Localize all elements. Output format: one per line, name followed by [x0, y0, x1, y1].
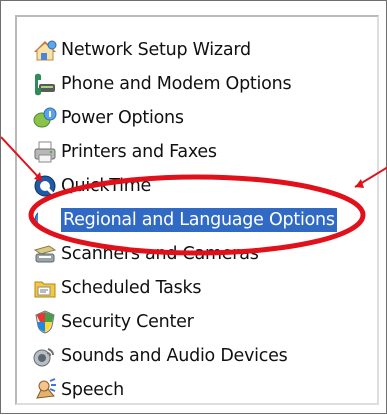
- speaker-icon: [31, 342, 59, 370]
- list-item-network-setup-wizard[interactable]: Network Setup Wizard: [31, 33, 337, 67]
- list-item-printers-and-faxes[interactable]: Printers and Faxes: [31, 135, 337, 169]
- list-item-label: Scanners and Cameras: [61, 244, 259, 264]
- list-item-label: Printers and Faxes: [61, 142, 217, 162]
- list-item-label: Power Options: [61, 108, 184, 128]
- list-item-regional-and-language-options[interactable]: Regional and Language Options: [31, 203, 337, 237]
- printer-fax-icon: [31, 138, 59, 166]
- list-item-power-options[interactable]: Power Options: [31, 101, 337, 135]
- list-item-phone-modem-options[interactable]: Phone and Modem Options: [31, 67, 337, 101]
- network-setup-wizard-icon: [31, 36, 59, 64]
- list-item-scanners-and-cameras[interactable]: Scanners and Cameras: [31, 237, 337, 271]
- security-shield-icon: [31, 308, 59, 336]
- list-item-sounds-and-audio-devices[interactable]: Sounds and Audio Devices: [31, 339, 337, 373]
- list-item-label: Network Setup Wizard: [61, 40, 251, 60]
- list-item-label: Speech: [61, 380, 124, 400]
- scanner-camera-icon: [31, 240, 59, 268]
- quicktime-icon: [31, 172, 59, 200]
- scheduled-tasks-icon: [31, 274, 59, 302]
- list-item-security-center[interactable]: Security Center: [31, 305, 337, 339]
- speech-icon: [31, 376, 59, 403]
- control-panel-list-window: Network Setup Wizard Phone and Modem Opt…: [15, 15, 379, 405]
- control-panel-list: Network Setup Wizard Phone and Modem Opt…: [31, 33, 337, 403]
- list-item-quicktime[interactable]: QuickTime: [31, 169, 337, 203]
- list-item-scheduled-tasks[interactable]: Scheduled Tasks: [31, 271, 337, 305]
- list-item-label: Regional and Language Options: [61, 208, 337, 232]
- annotation-mask: [38, 203, 58, 237]
- list-item-label: Scheduled Tasks: [61, 278, 202, 298]
- screenshot-frame: Network Setup Wizard Phone and Modem Opt…: [0, 0, 387, 414]
- list-item-label: Phone and Modem Options: [61, 74, 292, 94]
- list-item-label: QuickTime: [61, 176, 152, 196]
- list-item-label: Security Center: [61, 312, 194, 332]
- list-item-speech[interactable]: Speech: [31, 373, 337, 403]
- list-item-label: Sounds and Audio Devices: [61, 346, 288, 366]
- power-options-icon: [31, 104, 59, 132]
- phone-modem-icon: [31, 70, 59, 98]
